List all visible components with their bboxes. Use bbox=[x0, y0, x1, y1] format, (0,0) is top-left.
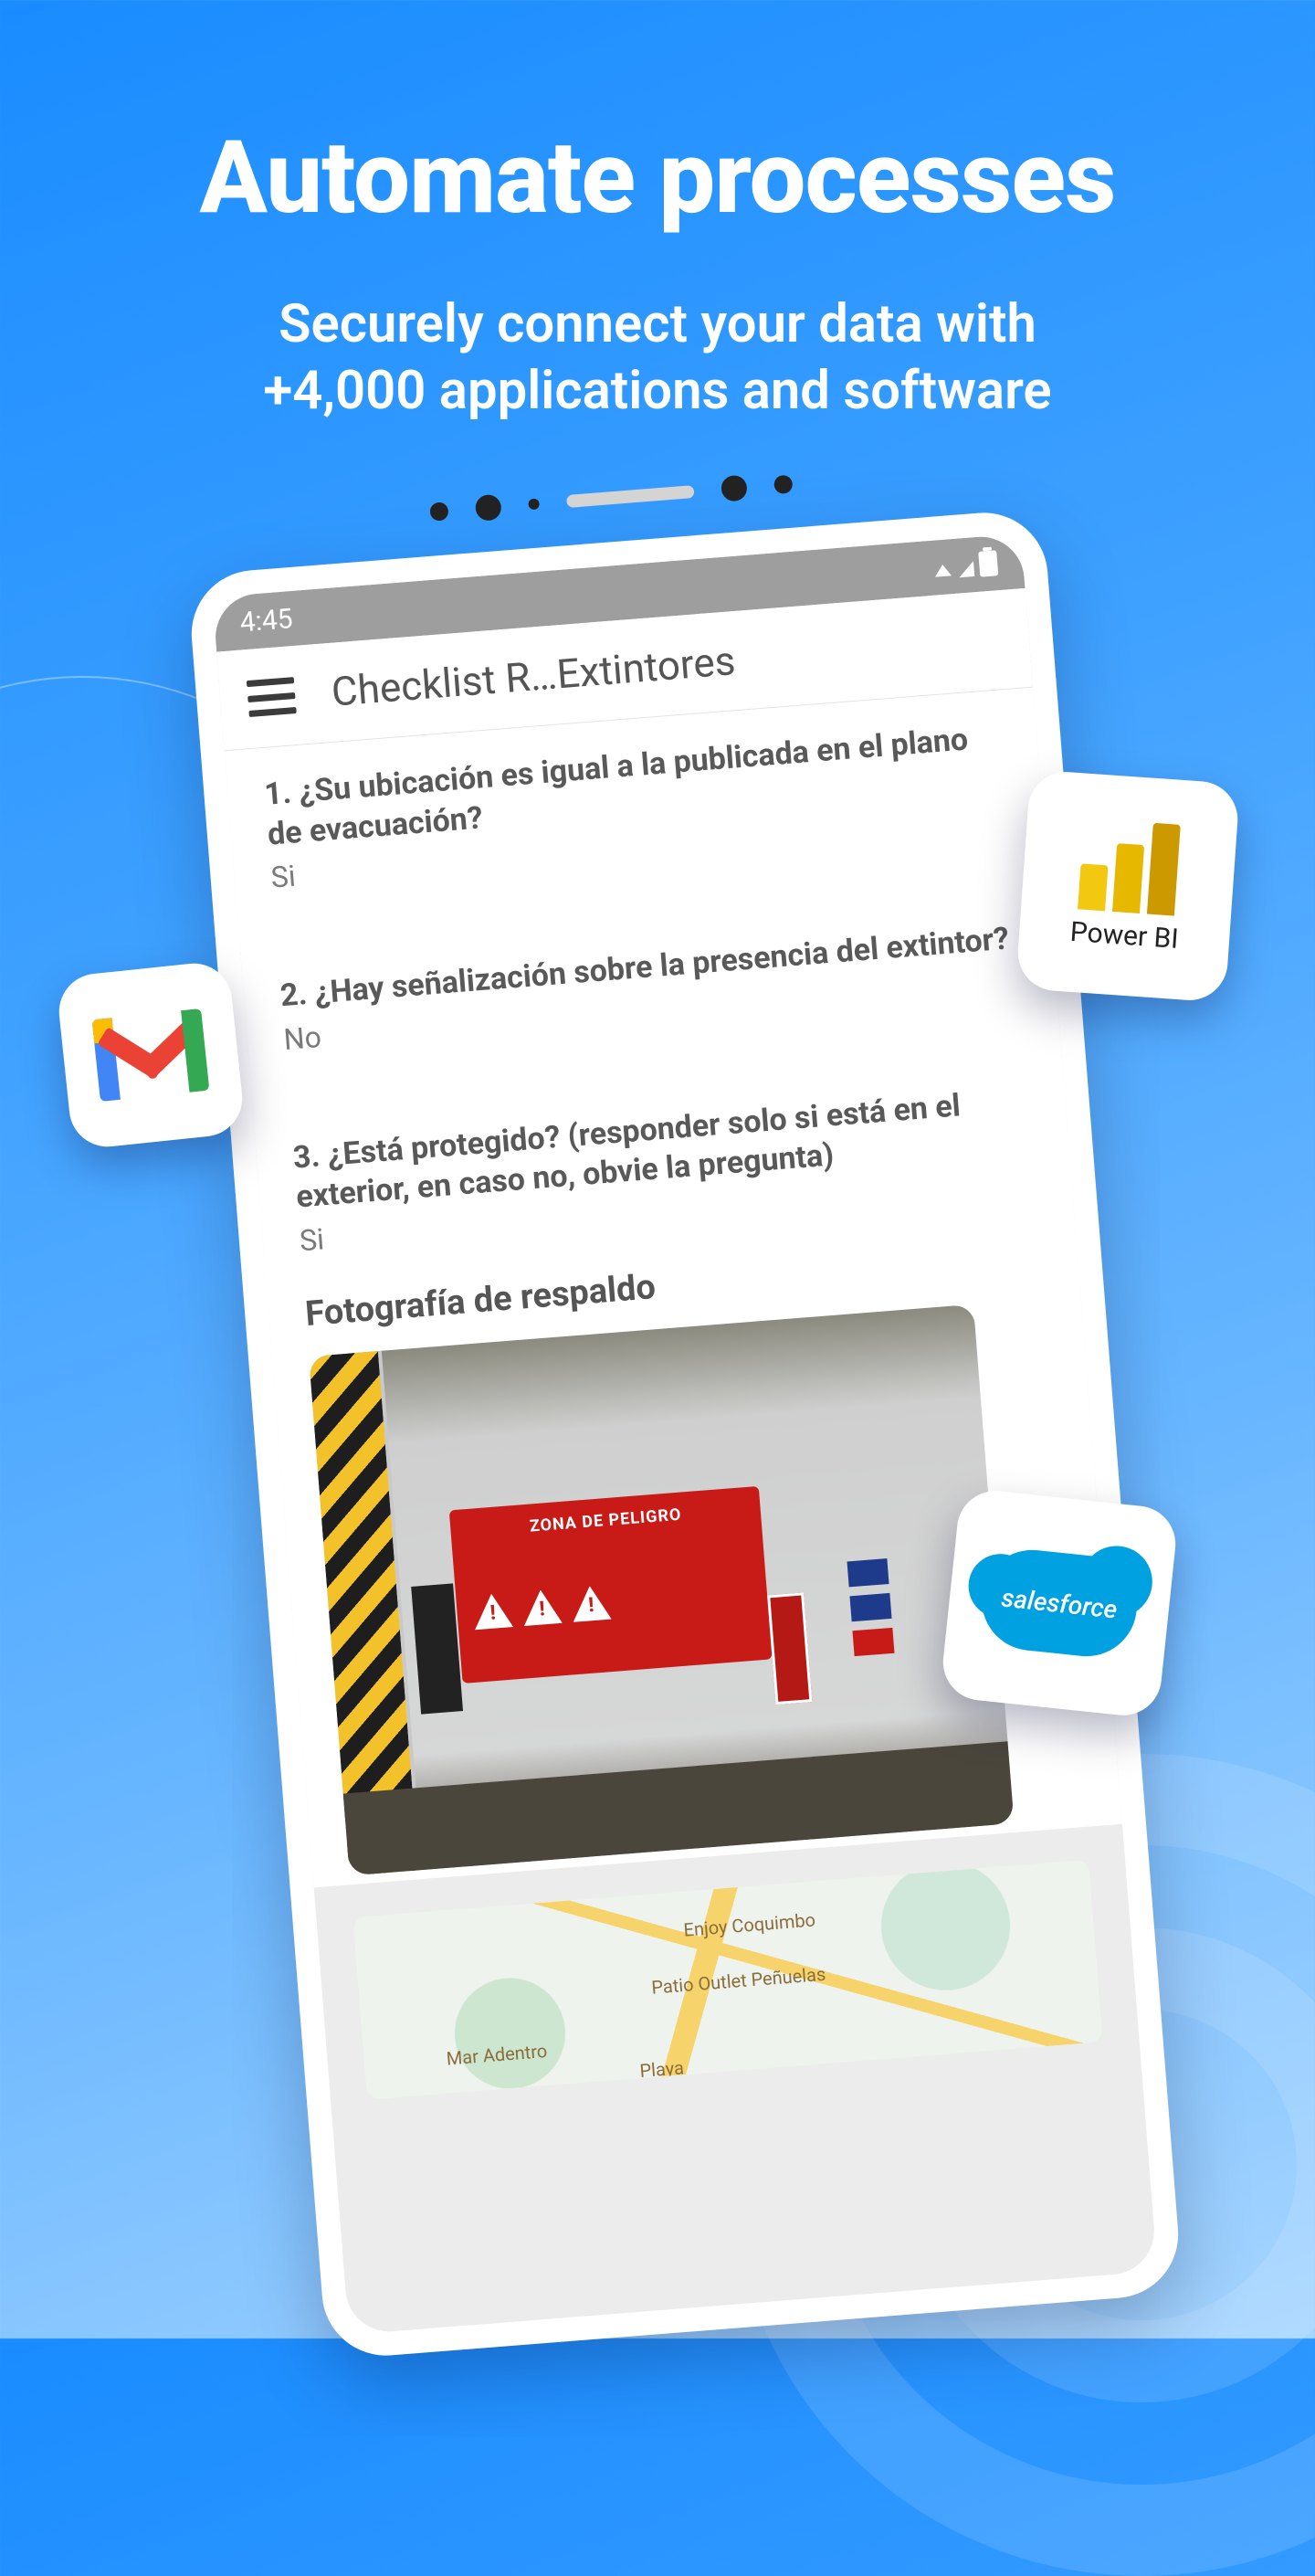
powerbi-icon bbox=[1078, 818, 1181, 915]
checklist-content: 1. ¿Su ubicación es igual a la publicada… bbox=[225, 688, 1122, 1887]
hero-title: Automate processes bbox=[0, 119, 1315, 237]
integration-salesforce: salesforce bbox=[940, 1487, 1180, 1719]
question-item[interactable]: 2. ¿Hay señalización sobre la presencia … bbox=[279, 919, 1020, 1057]
sign-text: ZONA DE PELIGRO bbox=[467, 1500, 745, 1541]
app-title: Checklist R…Extintores bbox=[330, 637, 737, 716]
salesforce-label: salesforce bbox=[1000, 1582, 1119, 1624]
hero-section: Automate processes Securely connect your… bbox=[0, 0, 1315, 424]
menu-icon[interactable] bbox=[247, 677, 297, 717]
gmail-icon bbox=[92, 1008, 210, 1102]
map-label: Playa bbox=[639, 2056, 685, 2082]
question-item[interactable]: 3. ¿Está protegido? (responder solo si e… bbox=[291, 1081, 1036, 1258]
phone-mockup: 4:45 Checklist R…Extintores 1. ¿Su ubica… bbox=[187, 508, 1184, 2360]
integration-gmail bbox=[56, 960, 247, 1151]
powerbi-label: Power BI bbox=[1069, 915, 1180, 955]
hero-subtitle: Securely connect your data with +4,000 a… bbox=[0, 291, 1315, 424]
battery-icon bbox=[978, 550, 998, 576]
map-label: Patio Outlet Peñuelas bbox=[650, 1962, 826, 1998]
status-time: 4:45 bbox=[238, 603, 293, 639]
map-label: Mar Adentro bbox=[446, 2040, 548, 2070]
phone-sensors bbox=[183, 451, 1040, 544]
backup-photo[interactable]: ZONA DE PELIGRO bbox=[309, 1304, 1014, 1875]
map-label: Enjoy Coquimbo bbox=[683, 1908, 816, 1940]
wifi-icon bbox=[931, 551, 953, 585]
map-preview[interactable]: Enjoy Coquimbo Patio Outlet Peñuelas Mar… bbox=[352, 1859, 1102, 2099]
question-item[interactable]: 1. ¿Su ubicación es igual a la publicada… bbox=[263, 718, 1008, 895]
signal-icon bbox=[957, 549, 975, 582]
salesforce-icon: salesforce bbox=[977, 1545, 1142, 1661]
integration-powerbi: Power BI bbox=[1015, 769, 1240, 1002]
